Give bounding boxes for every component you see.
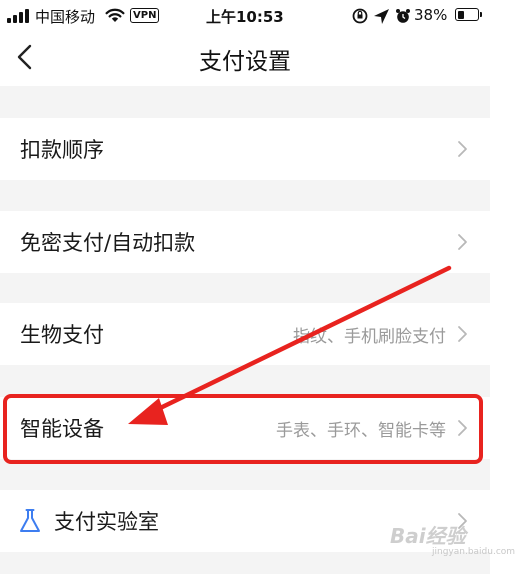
battery-fill xyxy=(457,10,465,19)
alarm-clock-icon xyxy=(396,9,410,23)
battery-percent: 38% xyxy=(414,6,448,24)
wifi-icon xyxy=(105,8,125,22)
watermark-url: jingyan.baidu.com xyxy=(432,547,515,557)
nav-bar: 支付设置 xyxy=(0,32,490,86)
chevron-right-icon xyxy=(458,234,467,250)
settings-row-password-free-payment[interactable]: 免密支付/自动扣款 xyxy=(0,211,490,273)
cellular-signal-icon xyxy=(7,9,29,23)
battery-icon xyxy=(455,8,479,21)
row-label: 支付实验室 xyxy=(54,510,159,534)
vpn-badge: VPN xyxy=(130,8,160,23)
row-label: 生物支付 xyxy=(20,323,104,347)
chevron-right-icon xyxy=(458,326,467,342)
status-time: 上午10:53 xyxy=(206,8,284,26)
status-icons xyxy=(352,8,410,24)
row-label: 扣款顺序 xyxy=(20,138,104,162)
phone-screen: 中国移动 VPN 上午10:53 38% 支付设置 扣款顺序 免密支付/自动扣款… xyxy=(0,0,490,574)
right-gutter xyxy=(490,0,515,574)
status-bar: 中国移动 VPN 上午10:53 38% xyxy=(0,0,490,32)
settings-row-biometric-payment[interactable]: 生物支付 指纹、手机刷脸支付 xyxy=(0,303,490,365)
flask-icon xyxy=(20,509,40,532)
row-value: 指纹、手机刷脸支付 xyxy=(293,327,446,347)
location-arrow-icon xyxy=(374,9,389,24)
annotation-highlight-box xyxy=(3,394,483,464)
row-label: 免密支付/自动扣款 xyxy=(20,231,196,255)
rotation-lock-icon xyxy=(352,8,368,24)
watermark-logo: Bai经验 xyxy=(390,524,466,548)
battery-nub xyxy=(480,12,482,17)
settings-row-deduction-order[interactable]: 扣款顺序 xyxy=(0,118,490,180)
carrier-name: 中国移动 xyxy=(35,8,96,26)
page-title: 支付设置 xyxy=(199,49,291,75)
chevron-right-icon xyxy=(458,141,467,157)
